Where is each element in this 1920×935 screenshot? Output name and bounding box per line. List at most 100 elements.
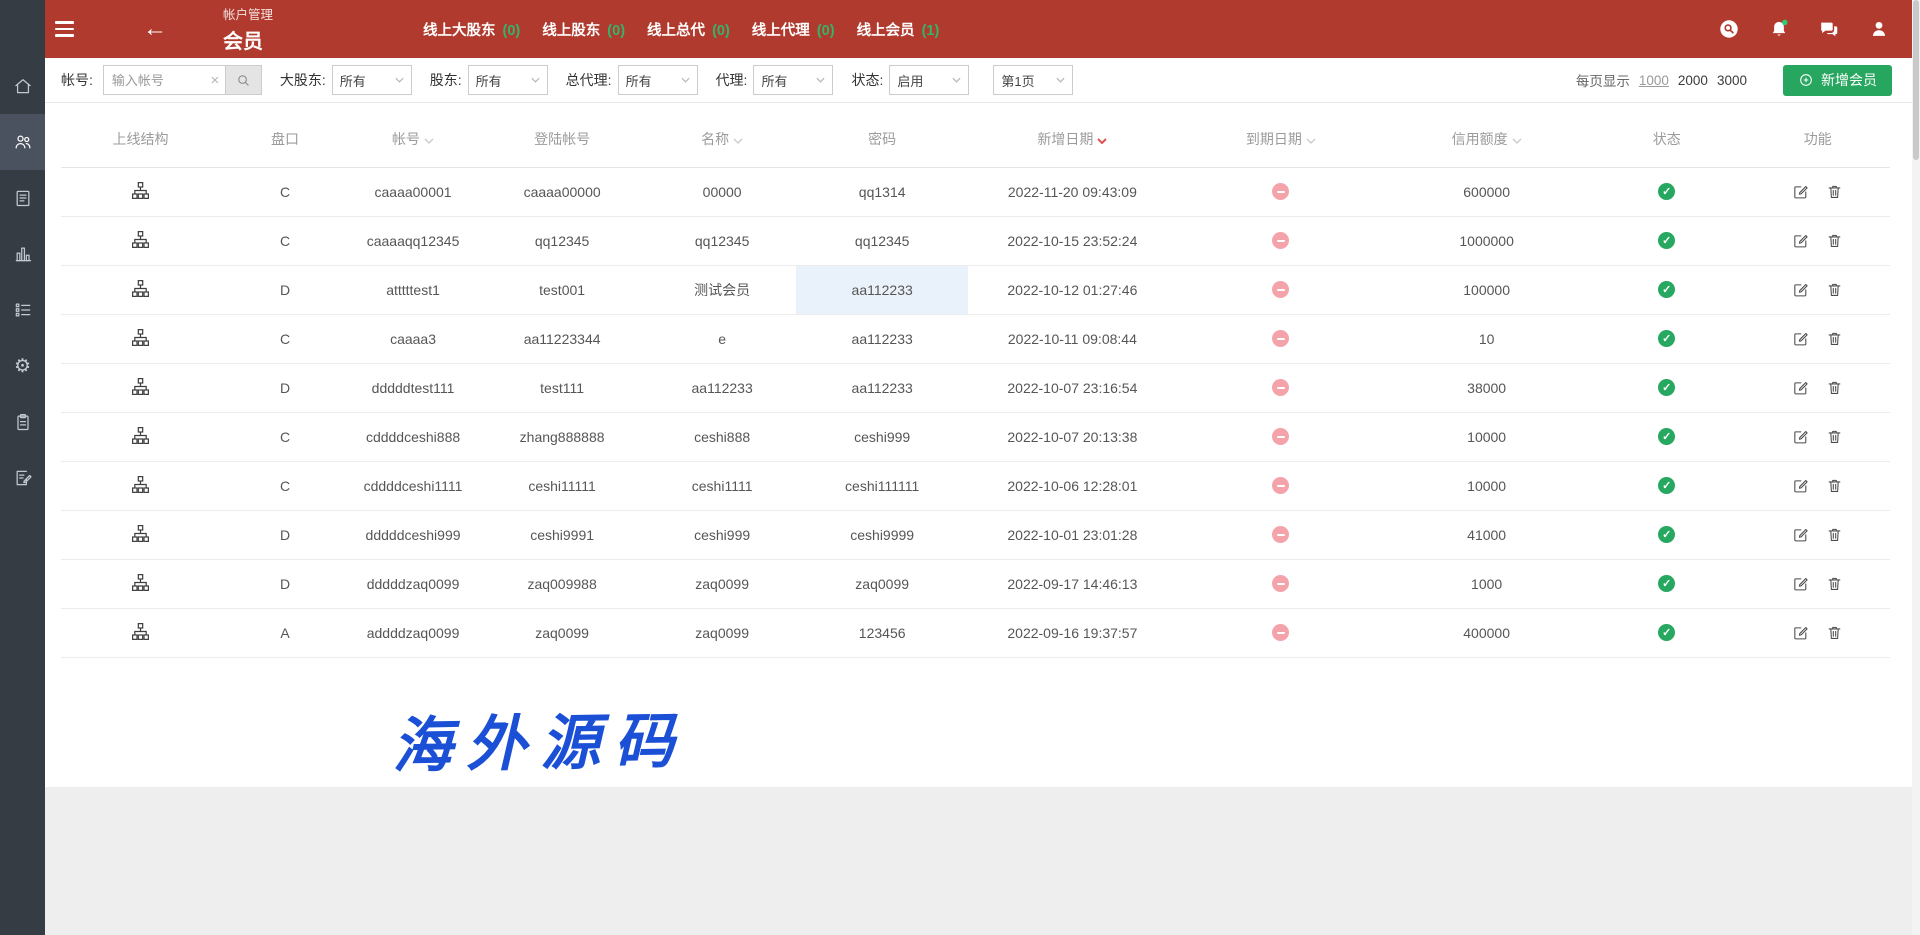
sitemap-icon[interactable] bbox=[130, 523, 151, 544]
status-cell: ✓ bbox=[1588, 559, 1745, 608]
column-header: 密码 bbox=[796, 103, 968, 167]
delete-icon[interactable] bbox=[1826, 183, 1843, 200]
created-cell: 2022-10-01 23:01:28 bbox=[968, 510, 1177, 559]
column-header[interactable]: 信用额度 bbox=[1385, 103, 1588, 167]
nav-online-member[interactable]: 线上会员 (1) bbox=[857, 19, 940, 40]
home-icon bbox=[13, 76, 33, 96]
edit-icon[interactable] bbox=[1792, 624, 1809, 641]
scrollbar-thumb[interactable] bbox=[1913, 0, 1919, 160]
nav-online-shareholder[interactable]: 线上股东 (0) bbox=[542, 19, 625, 40]
delete-icon[interactable] bbox=[1826, 379, 1843, 396]
name-cell: ceshi888 bbox=[648, 412, 796, 461]
structure-cell bbox=[61, 412, 220, 461]
general-agent-select[interactable]: 所有 bbox=[618, 65, 698, 95]
sidebar-item-home[interactable] bbox=[0, 58, 45, 114]
actions-cell bbox=[1745, 608, 1890, 657]
column-header[interactable]: 新增日期 bbox=[968, 103, 1177, 167]
sitemap-icon[interactable] bbox=[130, 278, 151, 299]
per-page-option-2000[interactable]: 2000 bbox=[1678, 73, 1708, 88]
plus-circle-icon bbox=[1798, 72, 1814, 88]
plate-cell: D bbox=[220, 265, 350, 314]
notifications-bell-icon[interactable] bbox=[1768, 18, 1790, 40]
per-page-option-1000[interactable]: 1000 bbox=[1639, 73, 1669, 88]
name-cell: e bbox=[648, 314, 796, 363]
table-row: C caaaa00001 caaaa00000 00000 qq1314 202… bbox=[61, 167, 1890, 216]
sitemap-icon[interactable] bbox=[130, 180, 151, 201]
delete-icon[interactable] bbox=[1826, 330, 1843, 347]
hamburger-menu-icon[interactable] bbox=[55, 16, 81, 42]
shareholder-select[interactable]: 所有 bbox=[468, 65, 548, 95]
sidebar: ⚙ bbox=[0, 0, 45, 935]
messages-icon[interactable] bbox=[1818, 18, 1840, 40]
sidebar-item-members[interactable] bbox=[0, 114, 45, 170]
sidebar-item-chart[interactable] bbox=[0, 226, 45, 282]
nav-online-general-agent[interactable]: 线上总代 (0) bbox=[647, 19, 730, 40]
sitemap-icon[interactable] bbox=[130, 621, 151, 642]
page-select[interactable]: 第1页 bbox=[993, 65, 1073, 95]
search-button[interactable] bbox=[225, 65, 262, 95]
edit-icon[interactable] bbox=[1792, 281, 1809, 298]
plate-cell: C bbox=[220, 216, 350, 265]
sitemap-icon[interactable] bbox=[130, 229, 151, 250]
created-cell: 2022-09-16 19:37:57 bbox=[968, 608, 1177, 657]
edit-icon[interactable] bbox=[1792, 379, 1809, 396]
column-label: 登陆帐号 bbox=[534, 131, 590, 147]
delete-icon[interactable] bbox=[1826, 624, 1843, 641]
login-cell: caaaa00000 bbox=[476, 167, 648, 216]
delete-icon[interactable] bbox=[1826, 526, 1843, 543]
created-cell: 2022-11-20 09:43:09 bbox=[968, 167, 1177, 216]
sidebar-item-report[interactable] bbox=[0, 170, 45, 226]
add-member-button[interactable]: 新增会员 bbox=[1783, 65, 1892, 96]
credit-cell: 41000 bbox=[1385, 510, 1588, 559]
sitemap-icon[interactable] bbox=[130, 572, 151, 593]
user-icon[interactable] bbox=[1868, 18, 1890, 40]
agent-select[interactable]: 所有 bbox=[753, 65, 833, 95]
sidebar-item-settings[interactable]: ⚙ bbox=[0, 338, 45, 394]
column-header[interactable]: 到期日期 bbox=[1177, 103, 1386, 167]
status-select[interactable]: 启用 bbox=[889, 65, 969, 95]
gear-icon: ⚙ bbox=[14, 357, 31, 376]
delete-icon[interactable] bbox=[1826, 281, 1843, 298]
sitemap-icon[interactable] bbox=[130, 327, 151, 348]
column-header[interactable]: 名称 bbox=[648, 103, 796, 167]
per-page-control: 每页显示 1000 2000 3000 bbox=[1576, 70, 1747, 90]
clear-input-icon[interactable]: × bbox=[205, 65, 225, 95]
sort-caret-icon bbox=[1097, 138, 1107, 144]
edit-icon[interactable] bbox=[1792, 330, 1809, 347]
delete-icon[interactable] bbox=[1826, 477, 1843, 494]
account-cell: addddzaq0099 bbox=[350, 608, 476, 657]
edit-icon[interactable] bbox=[1792, 232, 1809, 249]
column-label: 状态 bbox=[1653, 131, 1681, 147]
nav-online-agent[interactable]: 线上代理 (0) bbox=[752, 19, 835, 40]
delete-icon[interactable] bbox=[1826, 575, 1843, 592]
delete-icon[interactable] bbox=[1826, 428, 1843, 445]
delete-icon[interactable] bbox=[1826, 232, 1843, 249]
actions-cell bbox=[1745, 216, 1890, 265]
edit-icon[interactable] bbox=[1792, 183, 1809, 200]
table-row: D dddddtest111 test111 aa112233 aa112233… bbox=[61, 363, 1890, 412]
back-arrow-icon[interactable]: ← bbox=[143, 17, 167, 41]
chevron-down-icon bbox=[681, 77, 690, 83]
sidebar-item-notes[interactable] bbox=[0, 450, 45, 506]
column-header[interactable]: 帐号 bbox=[350, 103, 476, 167]
edit-icon[interactable] bbox=[1792, 428, 1809, 445]
sitemap-icon[interactable] bbox=[130, 425, 151, 446]
per-page-option-3000[interactable]: 3000 bbox=[1717, 73, 1747, 88]
status-cell: ✓ bbox=[1588, 314, 1745, 363]
password-cell: qq12345 bbox=[796, 216, 968, 265]
login-cell: aa11223344 bbox=[476, 314, 648, 363]
sitemap-icon[interactable] bbox=[130, 474, 151, 495]
edit-icon[interactable] bbox=[1792, 477, 1809, 494]
column-label: 新增日期 bbox=[1037, 131, 1093, 147]
actions-cell bbox=[1745, 167, 1890, 216]
search-badge-icon[interactable] bbox=[1718, 18, 1740, 40]
column-header: 上线结构 bbox=[61, 103, 220, 167]
sitemap-icon[interactable] bbox=[130, 376, 151, 397]
chevron-down-icon bbox=[531, 77, 540, 83]
sidebar-item-clipboard[interactable] bbox=[0, 394, 45, 450]
grand-shareholder-select[interactable]: 所有 bbox=[332, 65, 412, 95]
edit-icon[interactable] bbox=[1792, 575, 1809, 592]
edit-icon[interactable] bbox=[1792, 526, 1809, 543]
sidebar-item-tasks[interactable] bbox=[0, 282, 45, 338]
nav-online-grand-shareholder[interactable]: 线上大股东 (0) bbox=[423, 19, 520, 40]
